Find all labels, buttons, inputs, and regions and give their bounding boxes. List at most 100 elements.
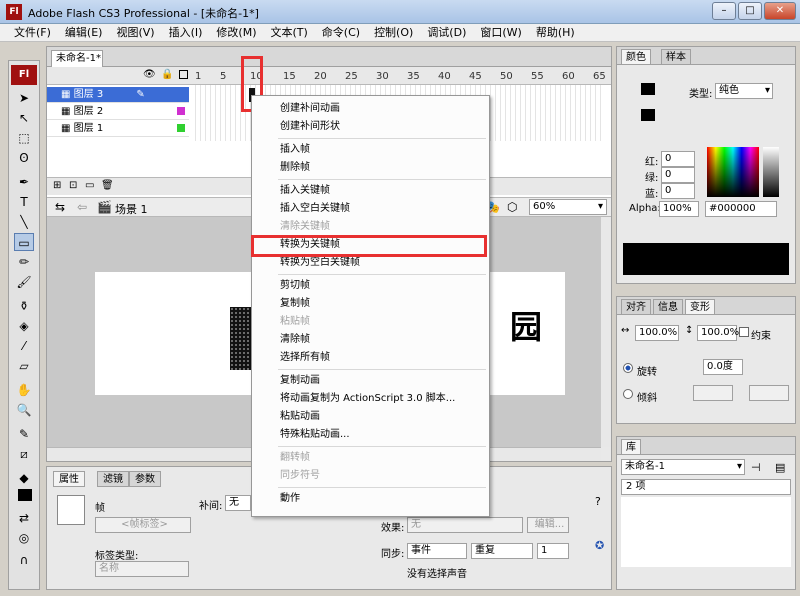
- rotate-input[interactable]: 0.0度: [703, 359, 743, 375]
- fill-color-icon[interactable]: ◆: [14, 469, 34, 487]
- width-input[interactable]: 100.0%: [635, 325, 679, 341]
- context-menu-item[interactable]: 复制动画: [252, 372, 489, 390]
- context-menu-item[interactable]: 创建补间动画: [252, 100, 489, 118]
- help-icon[interactable]: ?: [595, 495, 601, 508]
- sync-event-select[interactable]: 事件: [407, 543, 467, 559]
- menu-help[interactable]: 帮助(H): [536, 24, 575, 41]
- swap-colors-icon[interactable]: ⇄: [14, 509, 34, 527]
- edit-button[interactable]: 编辑...: [527, 517, 569, 533]
- no-color-icon[interactable]: ⧄: [14, 445, 34, 463]
- green-input[interactable]: 0: [661, 167, 695, 183]
- context-menu-item[interactable]: 选择所有帧: [252, 349, 489, 367]
- lasso-tool-icon[interactable]: ʘ: [14, 149, 34, 167]
- sync-repeat-select[interactable]: 重复: [471, 543, 533, 559]
- brightness-slider[interactable]: [763, 147, 779, 197]
- context-menu-item[interactable]: 将动画复制为 ActionScript 3.0 脚本...: [252, 390, 489, 408]
- color-spectrum[interactable]: [707, 147, 759, 197]
- height-input[interactable]: 100.0%: [697, 325, 739, 341]
- context-menu-item[interactable]: 粘贴动画: [252, 408, 489, 426]
- snap-icon[interactable]: ◎: [14, 529, 34, 547]
- edit-symbol-icon[interactable]: ⬡: [507, 200, 517, 214]
- pin-icon[interactable]: ⊣: [751, 461, 761, 474]
- menu-file[interactable]: 文件(F): [14, 24, 51, 41]
- free-transform-tool-icon[interactable]: ⬚: [14, 129, 34, 147]
- new-library-icon[interactable]: ▤: [775, 461, 785, 474]
- minimize-button[interactable]: –: [712, 2, 736, 20]
- pencil-tool-icon[interactable]: ✏: [14, 253, 34, 271]
- context-menu-item[interactable]: 插入关键帧: [252, 182, 489, 200]
- layer-row[interactable]: ▦ 图层 3 ✎: [47, 87, 189, 103]
- tab-color[interactable]: 颜色: [621, 49, 651, 65]
- add-layer-icon[interactable]: ⊞: [53, 180, 61, 191]
- menu-commands[interactable]: 命令(C): [322, 24, 360, 41]
- timeline-toggle-icon[interactable]: ⇆: [55, 200, 65, 214]
- menu-view[interactable]: 视图(V): [116, 24, 154, 41]
- menu-insert[interactable]: 插入(I): [169, 24, 203, 41]
- tab-properties[interactable]: 属性: [53, 471, 85, 487]
- tab-filters[interactable]: 滤镜: [97, 471, 129, 487]
- library-doc-select[interactable]: 未命名-1 ▾: [621, 459, 745, 475]
- rotate-radio[interactable]: [623, 363, 633, 373]
- context-menu-item[interactable]: 特殊粘贴动画...: [252, 426, 489, 444]
- paint-bucket-tool-icon[interactable]: ◈: [14, 317, 34, 335]
- brush-tool-icon[interactable]: 🖌: [14, 273, 34, 291]
- eyedropper-tool-icon[interactable]: ⁄: [14, 337, 34, 355]
- context-menu-item[interactable]: 插入空白关键帧: [252, 200, 489, 218]
- repeat-count-input[interactable]: 1: [537, 543, 569, 559]
- tab-transform[interactable]: 变形: [685, 299, 715, 315]
- tween-select[interactable]: 无: [225, 495, 251, 511]
- menu-text[interactable]: 文本(T): [270, 24, 307, 41]
- zoom-select[interactable]: 60% ▾: [529, 199, 607, 215]
- blue-input[interactable]: 0: [661, 183, 695, 199]
- red-input[interactable]: 0: [661, 151, 695, 167]
- tab-info[interactable]: 信息: [653, 299, 683, 315]
- eraser-tool-icon[interactable]: ▱: [14, 357, 34, 375]
- skew-h-input[interactable]: [693, 385, 733, 401]
- line-tool-icon[interactable]: ╲: [14, 213, 34, 231]
- type-select[interactable]: 纯色 ▾: [715, 83, 773, 99]
- lock-icon[interactable]: 🔒: [161, 69, 173, 80]
- add-guide-icon[interactable]: ⊡: [69, 180, 77, 191]
- zoom-tool-icon[interactable]: 🔍: [14, 401, 34, 419]
- subselection-tool-icon[interactable]: ↖: [14, 109, 34, 127]
- rectangle-tool-icon[interactable]: ▭: [14, 233, 34, 251]
- magnet-icon[interactable]: ∩: [14, 551, 34, 569]
- hand-tool-icon[interactable]: ✋: [14, 381, 34, 399]
- pen-tool-icon[interactable]: ✒: [14, 173, 34, 191]
- constrain-checkbox[interactable]: [739, 327, 749, 337]
- menu-edit[interactable]: 编辑(E): [65, 24, 103, 41]
- text-tool-icon[interactable]: T: [14, 193, 34, 211]
- accessibility-icon[interactable]: ✪: [595, 539, 604, 552]
- hex-input[interactable]: #000000: [705, 201, 777, 217]
- alpha-input[interactable]: 100%: [659, 201, 699, 217]
- menu-modify[interactable]: 修改(M): [216, 24, 256, 41]
- fill-swatch[interactable]: [641, 109, 655, 121]
- back-arrow-icon[interactable]: ⇦: [77, 200, 87, 214]
- ink-bottle-tool-icon[interactable]: ⚱: [14, 297, 34, 315]
- menu-control[interactable]: 控制(O): [374, 24, 413, 41]
- delete-layer-icon[interactable]: 🗑: [101, 180, 114, 191]
- layer-row[interactable]: ▦ 图层 1: [47, 121, 189, 137]
- skew-v-input[interactable]: [749, 385, 789, 401]
- context-menu-item[interactable]: 复制帧: [252, 295, 489, 313]
- context-menu-item[interactable]: 動作: [252, 490, 489, 508]
- skew-radio[interactable]: [623, 389, 633, 399]
- close-button[interactable]: ✕: [764, 2, 796, 20]
- tab-align[interactable]: 对齐: [621, 299, 651, 315]
- frame-label-input[interactable]: <帧标签>: [95, 517, 191, 533]
- stroke-color-icon[interactable]: ✎: [14, 425, 34, 443]
- eye-icon[interactable]: 👁: [143, 69, 156, 80]
- context-menu-item[interactable]: 清除帧: [252, 331, 489, 349]
- tab-parameters[interactable]: 参数: [129, 471, 161, 487]
- tab-swatches[interactable]: 样本: [661, 49, 691, 65]
- context-menu-item[interactable]: 创建补间形状: [252, 118, 489, 136]
- stage-text[interactable]: 园: [510, 302, 542, 348]
- maximize-button[interactable]: □: [738, 2, 762, 20]
- context-menu-item[interactable]: 剪切帧: [252, 277, 489, 295]
- outline-icon[interactable]: [179, 70, 188, 79]
- library-list[interactable]: [621, 497, 791, 567]
- menu-debug[interactable]: 调试(D): [427, 24, 466, 41]
- add-folder-icon[interactable]: ▭: [85, 180, 94, 191]
- fill-swatch[interactable]: [18, 489, 32, 501]
- context-menu-item[interactable]: 删除帧: [252, 159, 489, 177]
